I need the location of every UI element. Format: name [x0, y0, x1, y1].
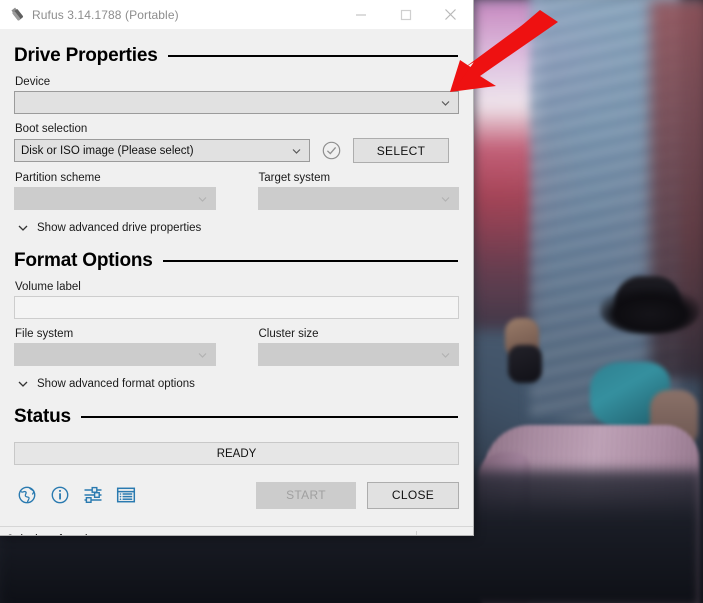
action-row: START CLOSE	[14, 481, 459, 509]
cluster-size-dropdown[interactable]	[257, 343, 459, 366]
maximize-button[interactable]	[383, 0, 428, 29]
header-rule	[80, 416, 458, 418]
window-controls	[338, 0, 473, 29]
chevron-down-icon	[291, 145, 302, 156]
file-system-dropdown[interactable]	[14, 343, 216, 366]
device-label: Device	[15, 76, 51, 88]
rufus-window: Rufus 3.14.1788 (Portable) Drive Propert…	[0, 0, 474, 536]
show-advanced-drive-properties-toggle[interactable]: Show advanced drive properties	[17, 222, 459, 234]
volume-label-input[interactable]	[14, 296, 459, 319]
select-button[interactable]: SELECT	[353, 138, 449, 163]
status-header: Status	[14, 406, 459, 428]
window-client-area: Drive Properties Device Boot selection D…	[0, 45, 473, 536]
tool-icon-group	[17, 485, 136, 505]
chevron-down-icon	[440, 193, 451, 204]
progress-bar: READY	[14, 442, 459, 465]
chevron-down-icon	[440, 97, 451, 108]
cluster-size-label: Cluster size	[258, 328, 319, 340]
log-list-icon[interactable]	[116, 485, 136, 505]
partition-scheme-dropdown[interactable]	[14, 187, 216, 210]
boot-selection-value: Disk or ISO image (Please select)	[21, 144, 194, 157]
chevron-down-icon	[197, 349, 208, 360]
character-glove	[508, 345, 542, 383]
device-dropdown[interactable]	[14, 91, 459, 114]
progress-text: READY	[216, 447, 257, 460]
show-advanced-drive-properties-label: Show advanced drive properties	[37, 222, 202, 234]
status-bar-separator	[416, 531, 417, 535]
file-system-label: File system	[15, 328, 74, 340]
drive-properties-header: Drive Properties	[14, 45, 459, 67]
circle-check-icon[interactable]	[321, 140, 342, 161]
status-bar: 0 devices found	[0, 526, 473, 536]
boot-selection-dropdown[interactable]: Disk or ISO image (Please select)	[14, 139, 310, 162]
volume-label-label: Volume label	[15, 281, 81, 293]
info-about-icon[interactable]	[50, 485, 70, 505]
chevron-down-icon	[18, 381, 28, 387]
window-title: Rufus 3.14.1788 (Portable)	[32, 7, 179, 22]
partition-target-row: Partition scheme Target system	[14, 163, 459, 210]
drive-properties-title: Drive Properties	[14, 45, 158, 66]
chevron-down-icon	[18, 225, 28, 231]
status-title: Status	[14, 406, 71, 427]
window-titlebar[interactable]: Rufus 3.14.1788 (Portable)	[0, 0, 473, 29]
format-options-title: Format Options	[14, 250, 153, 271]
character-hat-brim	[600, 282, 700, 334]
boot-selection-row: Disk or ISO image (Please select) SELECT	[14, 138, 459, 163]
target-system-dropdown[interactable]	[257, 187, 459, 210]
usb-drive-icon	[8, 6, 26, 24]
format-options-header: Format Options	[14, 250, 459, 272]
status-bar-text: 0 devices found	[0, 534, 88, 536]
partition-scheme-label: Partition scheme	[15, 172, 101, 184]
boot-selection-label: Boot selection	[15, 123, 88, 135]
show-advanced-format-options-label: Show advanced format options	[37, 378, 195, 390]
start-button[interactable]: START	[256, 481, 356, 509]
settings-sliders-icon[interactable]	[83, 485, 103, 505]
header-rule	[167, 55, 458, 57]
chevron-down-icon	[197, 193, 208, 204]
minimize-button[interactable]	[338, 0, 383, 29]
globe-language-icon[interactable]	[17, 485, 37, 505]
target-system-label: Target system	[258, 172, 331, 184]
show-advanced-format-options-toggle[interactable]: Show advanced format options	[17, 378, 459, 390]
close-button-main[interactable]: CLOSE	[367, 481, 459, 509]
close-button[interactable]	[428, 0, 473, 29]
chevron-down-icon	[440, 349, 451, 360]
header-rule	[162, 260, 458, 262]
filesystem-cluster-row: File system Cluster size	[14, 319, 459, 366]
